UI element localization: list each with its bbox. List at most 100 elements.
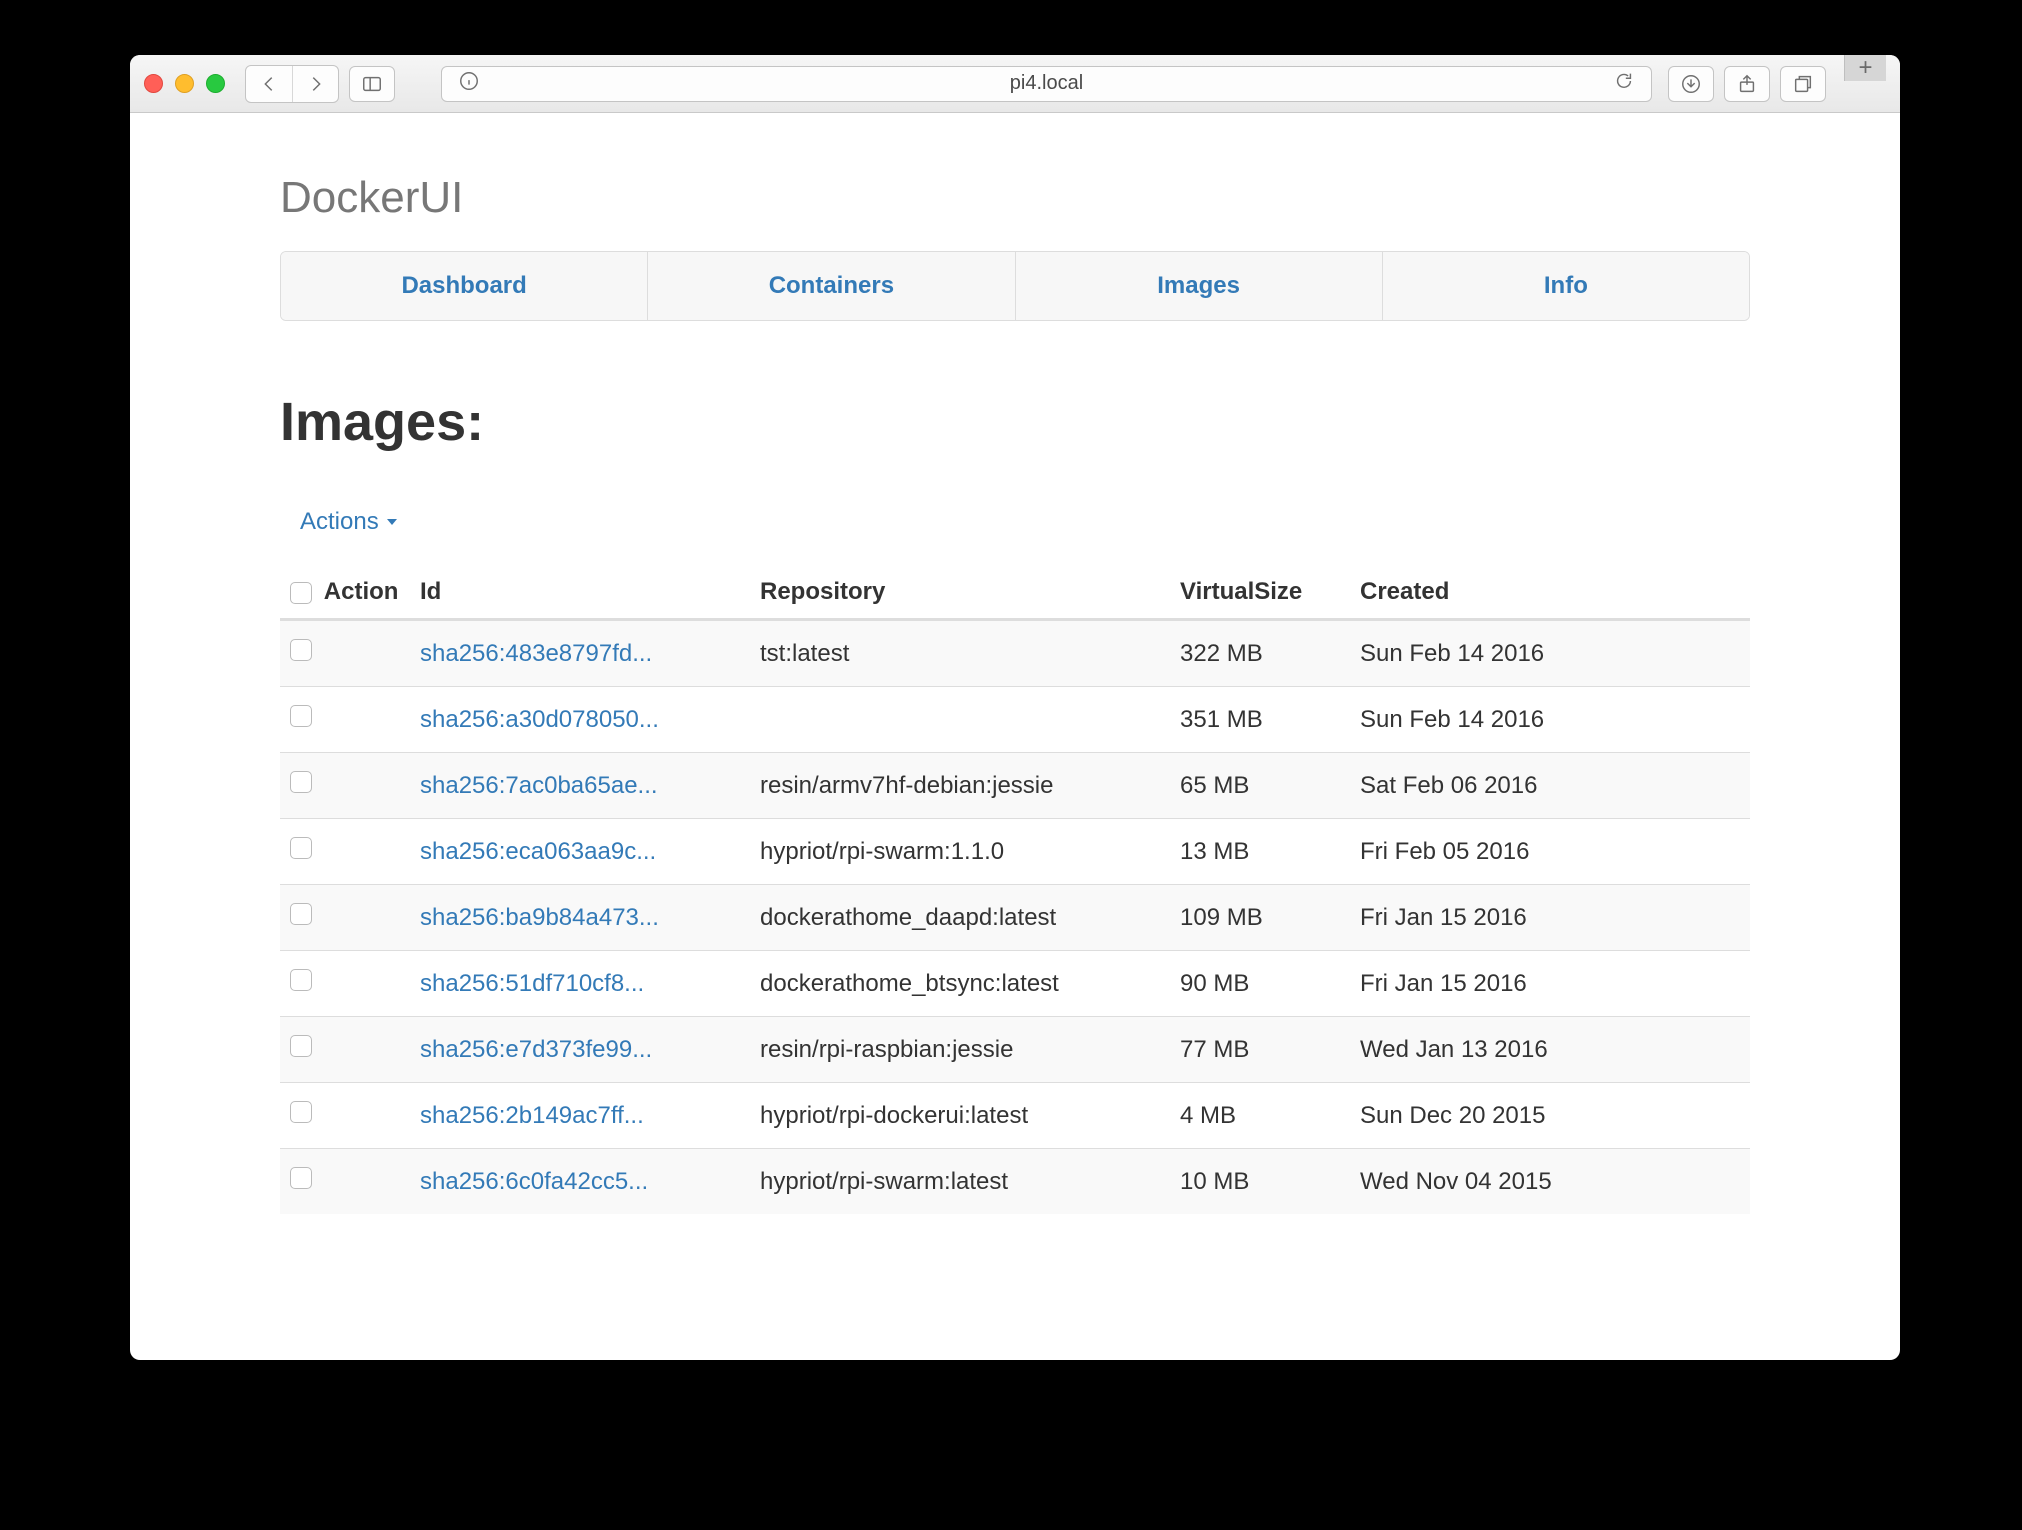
forward-button[interactable] — [292, 66, 338, 102]
image-id-link[interactable]: sha256:a30d078050... — [420, 706, 659, 733]
image-size: 10 MB — [1170, 1149, 1350, 1215]
image-id-link[interactable]: sha256:7ac0ba65ae... — [420, 772, 658, 799]
nav-images[interactable]: Images — [1016, 252, 1383, 320]
image-repository: hypriot/rpi-dockerui:latest — [750, 1083, 1170, 1149]
site-info-button[interactable] — [454, 70, 484, 97]
page-content: DockerUI Dashboard Containers Images Inf… — [130, 113, 1900, 1360]
back-button[interactable] — [246, 66, 292, 102]
row-checkbox[interactable] — [290, 903, 312, 925]
share-icon — [1736, 73, 1758, 95]
nav-buttons — [245, 65, 339, 103]
nav-containers[interactable]: Containers — [648, 252, 1015, 320]
table-row: sha256:2b149ac7ff... hypriot/rpi-dockerui… — [280, 1083, 1750, 1149]
image-created: Fri Jan 15 2016 — [1350, 885, 1750, 951]
image-created: Sun Feb 14 2016 — [1350, 687, 1750, 753]
actions-label: Actions — [300, 508, 379, 536]
nav-dashboard[interactable]: Dashboard — [281, 252, 648, 320]
row-checkbox[interactable] — [290, 1101, 312, 1123]
close-window-button[interactable] — [144, 74, 163, 93]
chevron-left-icon — [258, 73, 280, 95]
image-size: 4 MB — [1170, 1083, 1350, 1149]
image-id-link[interactable]: sha256:ba9b84a473... — [420, 904, 659, 931]
download-icon — [1680, 73, 1702, 95]
share-button[interactable] — [1724, 66, 1770, 102]
image-id-link[interactable]: sha256:483e8797fd... — [420, 640, 652, 667]
image-id-link[interactable]: sha256:2b149ac7ff... — [420, 1102, 644, 1129]
actions-dropdown[interactable]: Actions — [280, 508, 397, 536]
image-size: 109 MB — [1170, 885, 1350, 951]
table-row: sha256:51df710cf8... dockerathome_btsync:… — [280, 951, 1750, 1017]
window-controls — [144, 74, 235, 93]
image-repository: dockerathome_daapd:latest — [750, 885, 1170, 951]
image-created: Fri Feb 05 2016 — [1350, 819, 1750, 885]
tabs-icon — [1792, 73, 1814, 95]
col-action-header[interactable]: Action — [280, 566, 410, 620]
main-nav: Dashboard Containers Images Info — [280, 251, 1750, 321]
reload-icon — [1613, 70, 1635, 92]
col-virtualsize-header[interactable]: VirtualSize — [1170, 566, 1350, 620]
nav-info[interactable]: Info — [1383, 252, 1749, 320]
chevron-right-icon — [305, 73, 327, 95]
image-created: Sun Dec 20 2015 — [1350, 1083, 1750, 1149]
address-bar[interactable]: pi4.local — [441, 66, 1652, 102]
minimize-window-button[interactable] — [175, 74, 194, 93]
table-row: sha256:a30d078050... 351 MBSun Feb 14 201… — [280, 687, 1750, 753]
image-repository: hypriot/rpi-swarm:latest — [750, 1149, 1170, 1215]
image-id-link[interactable]: sha256:e7d373fe99... — [420, 1036, 652, 1063]
col-id-header[interactable]: Id — [410, 566, 750, 620]
image-created: Sat Feb 06 2016 — [1350, 753, 1750, 819]
new-tab-button[interactable]: + — [1844, 55, 1886, 81]
row-checkbox[interactable] — [290, 1167, 312, 1189]
table-row: sha256:ba9b84a473... dockerathome_daapd:l… — [280, 885, 1750, 951]
row-checkbox[interactable] — [290, 837, 312, 859]
image-repository: resin/armv7hf-debian:jessie — [750, 753, 1170, 819]
images-table: Action Id Repository VirtualSize Created… — [280, 566, 1750, 1214]
row-checkbox[interactable] — [290, 705, 312, 727]
image-repository: dockerathome_btsync:latest — [750, 951, 1170, 1017]
row-checkbox[interactable] — [290, 1035, 312, 1057]
image-created: Fri Jan 15 2016 — [1350, 951, 1750, 1017]
row-checkbox[interactable] — [290, 969, 312, 991]
page-heading: Images: — [280, 391, 1750, 453]
table-row: sha256:eca063aa9c... hypriot/rpi-swarm:1.… — [280, 819, 1750, 885]
image-size: 90 MB — [1170, 951, 1350, 1017]
table-row: sha256:7ac0ba65ae... resin/armv7hf-debian… — [280, 753, 1750, 819]
browser-window: pi4.local + DockerUI Dashboard Container… — [130, 55, 1900, 1360]
downloads-button[interactable] — [1668, 66, 1714, 102]
image-created: Wed Nov 04 2015 — [1350, 1149, 1750, 1215]
row-checkbox[interactable] — [290, 771, 312, 793]
zoom-window-button[interactable] — [206, 74, 225, 93]
plus-icon: + — [1858, 55, 1872, 82]
app-title: DockerUI — [280, 173, 1750, 223]
col-created-header[interactable]: Created — [1350, 566, 1750, 620]
tabs-button[interactable] — [1780, 66, 1826, 102]
table-row: sha256:483e8797fd... tst:latest322 MBSun … — [280, 620, 1750, 687]
col-action-label: Action — [324, 578, 399, 605]
image-repository: tst:latest — [750, 620, 1170, 687]
image-size: 13 MB — [1170, 819, 1350, 885]
image-created: Sun Feb 14 2016 — [1350, 620, 1750, 687]
image-id-link[interactable]: sha256:51df710cf8... — [420, 970, 644, 997]
image-id-link[interactable]: sha256:6c0fa42cc5... — [420, 1168, 648, 1195]
image-size: 65 MB — [1170, 753, 1350, 819]
image-repository — [750, 687, 1170, 753]
table-row: sha256:6c0fa42cc5... hypriot/rpi-swarm:la… — [280, 1149, 1750, 1215]
image-repository: resin/rpi-raspbian:jessie — [750, 1017, 1170, 1083]
table-row: sha256:e7d373fe99... resin/rpi-raspbian:j… — [280, 1017, 1750, 1083]
image-size: 322 MB — [1170, 620, 1350, 687]
image-created: Wed Jan 13 2016 — [1350, 1017, 1750, 1083]
sidebar-toggle-button[interactable] — [349, 66, 395, 102]
image-id-link[interactable]: sha256:eca063aa9c... — [420, 838, 656, 865]
image-size: 77 MB — [1170, 1017, 1350, 1083]
address-text: pi4.local — [484, 72, 1609, 95]
image-repository: hypriot/rpi-swarm:1.1.0 — [750, 819, 1170, 885]
sidebar-icon — [361, 73, 383, 95]
row-checkbox[interactable] — [290, 639, 312, 661]
reader-icon — [458, 70, 480, 92]
col-repository-header[interactable]: Repository — [750, 566, 1170, 620]
browser-titlebar: pi4.local + — [130, 55, 1900, 113]
reload-button[interactable] — [1609, 70, 1639, 97]
image-size: 351 MB — [1170, 687, 1350, 753]
select-all-checkbox[interactable] — [290, 582, 312, 604]
caret-down-icon — [387, 519, 397, 525]
